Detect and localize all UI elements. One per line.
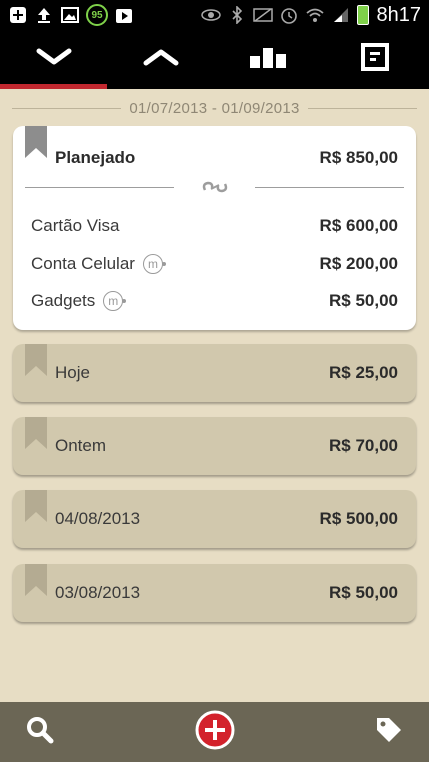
wifi-icon — [305, 5, 325, 25]
day-card[interactable]: 04/08/2013 R$ 500,00 — [13, 490, 416, 548]
tab-summary[interactable] — [322, 30, 429, 89]
day-amount: R$ 50,00 — [329, 583, 398, 602]
planned-item[interactable]: Gadgets m R$ 50,00 — [31, 289, 398, 313]
planned-divider-right — [255, 187, 404, 188]
divider-left — [12, 107, 122, 109]
status-time: 8h17 — [376, 3, 422, 26]
alarm-icon — [279, 5, 299, 25]
top-tab-bar — [0, 30, 429, 89]
day-card[interactable]: Ontem R$ 70,00 — [13, 417, 416, 475]
planned-item-name: Gadgets — [31, 291, 96, 310]
mute-icon — [252, 5, 273, 25]
upload-icon — [34, 5, 54, 25]
bookmark-icon — [25, 490, 47, 522]
bookmark-icon — [25, 344, 47, 376]
planned-item-amount: R$ 600,00 — [319, 216, 398, 235]
date-range-text: 01/07/2013 - 01/09/2013 — [129, 99, 300, 117]
play-store-icon — [114, 5, 134, 25]
day-amount: R$ 500,00 — [319, 509, 398, 528]
summary-icon — [361, 43, 390, 76]
tab-expenses-down[interactable] — [0, 30, 108, 89]
planned-item-amount: R$ 200,00 — [319, 254, 398, 273]
bookmark-icon — [25, 417, 47, 449]
day-amount: R$ 70,00 — [329, 436, 398, 455]
day-label: Hoje — [55, 363, 90, 382]
add-button[interactable] — [175, 702, 255, 762]
tab-charts[interactable] — [215, 30, 322, 89]
day-label: 04/08/2013 — [55, 509, 141, 528]
planned-item-amount: R$ 50,00 — [329, 291, 398, 310]
battery-icon — [356, 5, 369, 25]
date-range-header[interactable]: 01/07/2013 - 01/09/2013 — [12, 94, 418, 122]
planned-card[interactable]: Planejado R$ 850,00 Cartão Visa R$ 600,0… — [13, 126, 416, 330]
link-icon — [201, 178, 229, 196]
search-icon — [26, 716, 54, 749]
tags-button[interactable] — [349, 702, 429, 762]
planned-divider-left — [25, 187, 174, 188]
signal-icon — [331, 5, 351, 25]
day-card[interactable]: Hoje R$ 25,00 — [13, 344, 416, 402]
bookmark-icon — [25, 126, 47, 158]
day-label: Ontem — [55, 436, 107, 455]
add-notification-icon — [8, 5, 28, 25]
chevron-down-icon — [36, 47, 72, 72]
add-circle-icon — [195, 710, 235, 755]
planned-item[interactable]: Cartão Visa R$ 600,00 — [31, 214, 398, 238]
bluetooth-icon — [227, 5, 247, 25]
recurring-m-icon: m — [142, 254, 166, 274]
image-icon — [60, 5, 80, 25]
planned-title: Planejado — [55, 148, 136, 167]
planned-item[interactable]: Conta Celular m R$ 200,00 — [31, 252, 398, 276]
tag-icon — [375, 716, 403, 749]
day-label: 03/08/2013 — [55, 583, 141, 602]
day-amount: R$ 25,00 — [329, 363, 398, 382]
status-bar: 95 8h17 — [0, 0, 429, 30]
divider-right — [307, 107, 418, 109]
tab-income-up[interactable] — [107, 30, 214, 89]
day-card[interactable]: 03/08/2013 R$ 50,00 — [13, 564, 416, 622]
search-button[interactable] — [0, 702, 80, 762]
planned-item-name: Cartão Visa — [31, 216, 120, 235]
bookmark-icon — [25, 564, 47, 596]
bottom-bar — [0, 702, 429, 762]
bar-chart-icon — [249, 46, 287, 73]
recurring-m-icon: m — [103, 291, 127, 311]
planned-total: R$ 850,00 — [319, 148, 398, 167]
eye-icon — [200, 5, 221, 25]
planned-item-name: Conta Celular — [31, 254, 135, 273]
chevron-up-icon — [143, 47, 179, 72]
badge-icon: 95 — [86, 4, 108, 26]
